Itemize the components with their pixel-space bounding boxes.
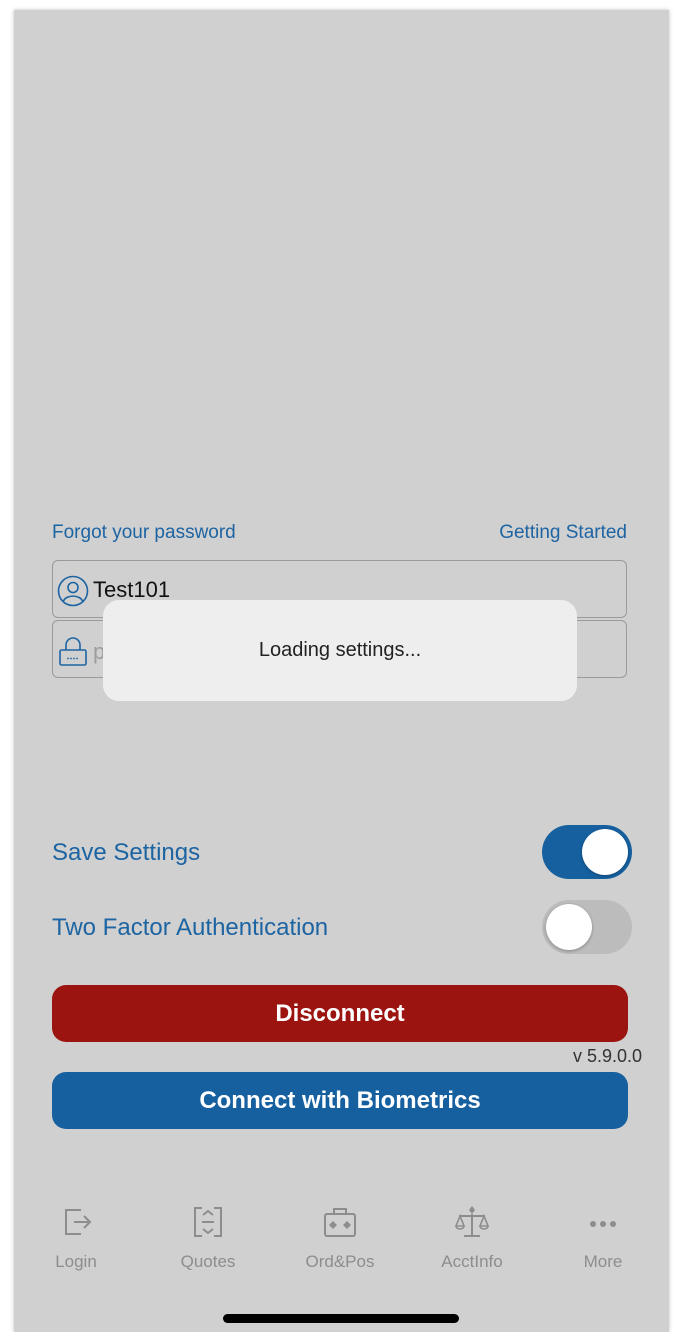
tab-label: More — [583, 1252, 623, 1271]
account-info-icon — [454, 1206, 490, 1237]
save-settings-toggle[interactable] — [542, 825, 632, 879]
orders-positions-icon — [324, 1208, 356, 1237]
loading-message: Loading settings... — [258, 639, 422, 661]
tab-bar: Login Quotes Ord&Pos AcctInfo More — [14, 1200, 669, 1280]
connect-biometrics-label: Connect with Biometrics — [199, 1086, 481, 1114]
two-factor-toggle[interactable] — [542, 900, 632, 954]
getting-started-link[interactable]: Getting Started — [499, 522, 627, 544]
two-factor-label: Two Factor Authentication — [52, 914, 329, 941]
login-screen: Forgot your password Getting Started Tes… — [14, 10, 669, 1332]
more-icon — [590, 1221, 616, 1227]
disconnect-button[interactable]: Disconnect — [52, 985, 628, 1042]
toggle-knob — [546, 904, 592, 950]
tab-orders-positions[interactable]: Ord&Pos — [290, 1200, 390, 1272]
login-icon — [65, 1209, 92, 1235]
quotes-icon — [194, 1207, 222, 1237]
save-settings-label: Save Settings — [52, 839, 201, 866]
tab-label: Ord&Pos — [305, 1252, 375, 1271]
tab-account-info[interactable]: AcctInfo — [422, 1200, 522, 1272]
tab-more[interactable]: More — [553, 1200, 653, 1272]
forgot-password-link[interactable]: Forgot your password — [52, 522, 236, 544]
tab-login[interactable]: Login — [26, 1200, 126, 1272]
tab-label: Quotes — [180, 1252, 236, 1271]
lock-icon — [59, 637, 87, 666]
tab-label: Login — [55, 1252, 97, 1271]
connect-biometrics-button[interactable]: Connect with Biometrics — [52, 1072, 628, 1129]
version-label: v 5.9.0.0 — [572, 1046, 642, 1066]
disconnect-label: Disconnect — [275, 999, 405, 1027]
tab-quotes[interactable]: Quotes — [158, 1200, 258, 1272]
tab-label: AcctInfo — [441, 1252, 503, 1271]
loading-toast: Loading settings... — [103, 600, 577, 701]
user-icon — [57, 575, 89, 607]
home-indicator[interactable] — [223, 1314, 459, 1323]
toggle-knob — [582, 829, 628, 875]
